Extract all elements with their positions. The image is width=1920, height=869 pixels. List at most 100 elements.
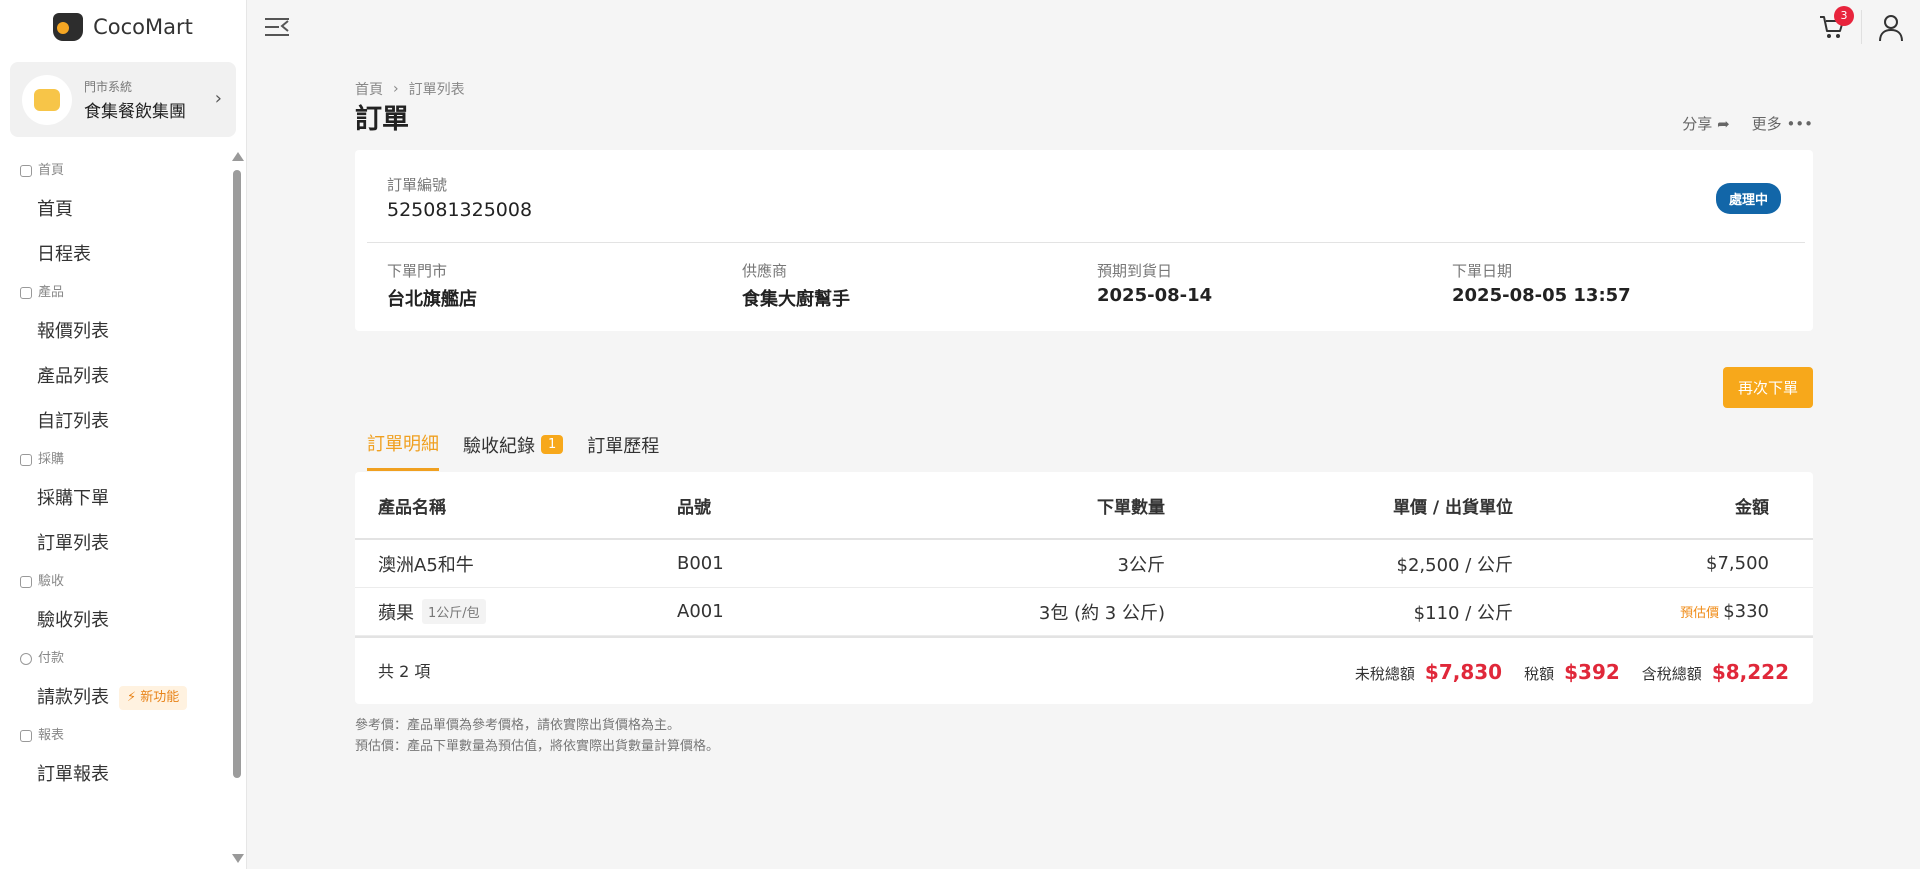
menu-collapse-icon[interactable] bbox=[265, 17, 289, 37]
tax-label: 稅額 bbox=[1524, 665, 1555, 683]
amount-value: $7,500 bbox=[1706, 553, 1769, 574]
more-button[interactable]: 更多 ••• bbox=[1752, 113, 1813, 134]
scroll-thumb[interactable] bbox=[233, 170, 241, 778]
tab-receiving-records[interactable]: 驗收紀錄 1 bbox=[463, 430, 564, 471]
sidebar-item-home[interactable]: 首頁 bbox=[0, 187, 230, 232]
table-row: 蘋果 1公斤/包 A001 3包 (約 3 公斤) $110 / 公斤 預估價 $3… bbox=[355, 588, 1813, 636]
sidebar-item-quotes[interactable]: 報價列表 bbox=[0, 309, 230, 354]
sidebar-item-place-order[interactable]: 採購下單 bbox=[0, 476, 230, 521]
sidebar-group-label: 採購 bbox=[38, 452, 65, 467]
info-expected-date: 預期到貨日 2025-08-14 bbox=[1097, 260, 1212, 306]
new-feature-label: 新功能 bbox=[140, 689, 180, 705]
cell-sku: B001 bbox=[677, 553, 724, 574]
receipt-icon bbox=[20, 576, 32, 588]
total-amount: $8,222 bbox=[1711, 660, 1789, 684]
tax-amount: $392 bbox=[1564, 660, 1620, 684]
table-row: 澳洲A5和牛 B001 3公斤 $2,500 / 公斤 $7,500 bbox=[355, 540, 1813, 588]
sidebar-item-order-report[interactable]: 訂單報表 bbox=[0, 752, 230, 797]
store-switcher[interactable]: 門市系統 食集餐飲集團 › bbox=[10, 62, 236, 137]
share-button[interactable]: 分享 ➦ bbox=[1682, 113, 1729, 134]
chevron-right-icon: › bbox=[214, 88, 222, 109]
sidebar-group-payment: 付款 bbox=[0, 643, 230, 675]
info-value: 2025-08-14 bbox=[1097, 285, 1213, 306]
sidebar-item-order-list[interactable]: 訂單列表 bbox=[0, 521, 230, 566]
info-store: 下單門市 台北旗艦店 bbox=[387, 260, 477, 311]
cart-small-icon bbox=[20, 454, 32, 466]
info-order-date: 下單日期 2025-08-05 13:57 bbox=[1452, 260, 1631, 306]
info-label: 預期到貨日 bbox=[1097, 262, 1173, 280]
report-icon bbox=[20, 730, 32, 742]
reorder-button[interactable]: 再次下單 bbox=[1722, 367, 1813, 408]
topbar-divider bbox=[1861, 10, 1862, 44]
info-label: 供應商 bbox=[742, 262, 788, 280]
scroll-down-icon[interactable] bbox=[232, 854, 244, 863]
sidebar-group-products: 產品 bbox=[0, 277, 230, 309]
sidebar-item-products[interactable]: 產品列表 bbox=[0, 354, 230, 399]
sidebar-scrollbar[interactable] bbox=[231, 152, 244, 869]
chevron-right-icon: › bbox=[393, 81, 399, 97]
sidebar-menu: 首頁 首頁 日程表 產品 報價列表 產品列表 自訂列表 採購 採購下單 訂單列表… bbox=[0, 155, 230, 797]
sidebar-item-custom-lists[interactable]: 自訂列表 bbox=[0, 399, 230, 444]
share-label: 分享 bbox=[1682, 115, 1713, 133]
logo[interactable]: CocoMart bbox=[0, 0, 246, 54]
sidebar: CocoMart 門市系統 食集餐飲集團 › 首頁 首頁 日程表 產品 報價列表… bbox=[0, 0, 247, 869]
sidebar-group-receiving: 驗收 bbox=[0, 566, 230, 598]
total-label: 含稅總額 bbox=[1641, 665, 1702, 683]
cell-product: 澳洲A5和牛 bbox=[355, 551, 677, 577]
cell-qty: 3公斤 bbox=[1117, 554, 1165, 576]
info-value: 食集大廚幫手 bbox=[742, 289, 850, 310]
breadcrumb-home[interactable]: 首頁 bbox=[355, 79, 383, 99]
info-value: 2025-08-05 13:57 bbox=[1452, 285, 1631, 306]
store-name: 食集餐飲集團 bbox=[84, 101, 186, 122]
estimate-tag: 預估價 bbox=[1680, 606, 1720, 621]
tab-order-history[interactable]: 訂單歷程 bbox=[587, 430, 659, 471]
pretax-label: 未稅總額 bbox=[1354, 665, 1415, 683]
note-estimated-price: 預估價：產品下單數量為預估值，將依實際出貨數量計算價格。 bbox=[355, 739, 720, 754]
cell-amount: $7,500 bbox=[1513, 553, 1791, 574]
sidebar-group-label: 付款 bbox=[38, 651, 65, 666]
product-name: 澳洲A5和牛 bbox=[378, 554, 474, 576]
scroll-up-icon[interactable] bbox=[232, 152, 244, 161]
brand-name: CocoMart bbox=[93, 15, 193, 39]
store-system-label: 門市系統 bbox=[84, 79, 133, 94]
table-header: 產品名稱 品號 下單數量 單價 / 出貨單位 金額 bbox=[355, 472, 1813, 540]
column-header: 產品名稱 bbox=[378, 497, 446, 518]
sidebar-item-schedule[interactable]: 日程表 bbox=[0, 232, 230, 277]
order-number: 525081325008 bbox=[387, 199, 533, 221]
logo-icon bbox=[53, 13, 84, 41]
store-avatar bbox=[22, 74, 72, 125]
more-label: 更多 bbox=[1751, 115, 1782, 133]
note-reference-price: 參考價：產品單價為參考價格，請依實際出貨價格為主。 bbox=[355, 718, 681, 733]
amount-value: $330 bbox=[1723, 601, 1769, 622]
page-actions: 分享 ➦ 更多 ••• bbox=[1682, 113, 1813, 134]
divider bbox=[367, 242, 1805, 243]
sidebar-group-reports: 報表 bbox=[0, 720, 230, 752]
sidebar-item-label: 請款列表 bbox=[37, 687, 109, 708]
count-badge: 1 bbox=[541, 435, 564, 454]
status-badge: 處理中 bbox=[1715, 183, 1781, 214]
info-label: 下單日期 bbox=[1452, 262, 1513, 280]
column-header: 下單數量 bbox=[1097, 497, 1165, 518]
cell-price: $110 / 公斤 bbox=[1413, 602, 1513, 624]
cell-qty: 3包 (約 3 公斤) bbox=[1038, 602, 1165, 624]
store-icon bbox=[34, 88, 60, 111]
column-header: 單價 / 出貨單位 bbox=[1392, 497, 1513, 518]
user-icon[interactable] bbox=[1878, 14, 1904, 42]
product-name: 蘋果 bbox=[378, 602, 414, 624]
ellipsis-icon: ••• bbox=[1786, 115, 1813, 133]
tab-label: 驗收紀錄 bbox=[463, 435, 535, 457]
sidebar-group-label: 首頁 bbox=[38, 163, 65, 178]
sidebar-item-receiving-list[interactable]: 驗收列表 bbox=[0, 598, 230, 643]
sidebar-item-invoice-list[interactable]: 請款列表 ⚡ 新功能 bbox=[0, 675, 230, 720]
tab-order-details[interactable]: 訂單明細 bbox=[367, 430, 439, 471]
column-header: 金額 bbox=[1735, 497, 1769, 518]
unit-tag: 1公斤/包 bbox=[422, 599, 486, 624]
breadcrumb-order-list[interactable]: 訂單列表 bbox=[409, 79, 465, 99]
sidebar-group-label: 報表 bbox=[38, 728, 65, 743]
cart-count-badge: 3 bbox=[1834, 6, 1854, 26]
tab-label: 訂單明細 bbox=[367, 434, 439, 455]
pretax-amount: $7,830 bbox=[1424, 660, 1503, 684]
row-count: 共 2 項 bbox=[378, 662, 431, 681]
cell-sku: A001 bbox=[677, 601, 724, 622]
sidebar-group-label: 產品 bbox=[38, 285, 65, 300]
